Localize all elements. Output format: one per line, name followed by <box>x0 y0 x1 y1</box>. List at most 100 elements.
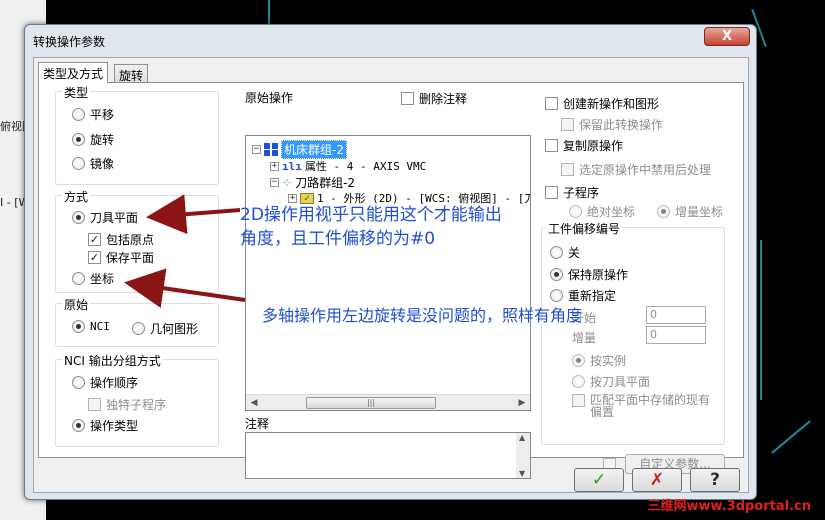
radio-icon <box>72 376 85 389</box>
by-tool-plane-radio[interactable]: 按刀具平面 <box>572 373 650 390</box>
radio-icon <box>657 205 670 218</box>
copy-original-op-checkbox[interactable]: 复制原操作 <box>545 137 623 154</box>
original-nci-radio[interactable]: NCI <box>72 320 110 333</box>
increment-label: 增量 <box>572 331 597 345</box>
radio-icon <box>550 246 563 259</box>
dialog-client: 类型及方式 旋转 类型 平移 旋转 镜像 方式 刀具平面 ✓ 包括原点 ✓ 保存… <box>33 57 749 493</box>
check-icon <box>572 394 585 407</box>
machine-group-icon <box>264 143 278 156</box>
radio-icon <box>572 375 585 388</box>
op-type-radio[interactable]: 操作类型 <box>72 417 138 434</box>
tab-panel: 类型 平移 旋转 镜像 方式 刀具平面 ✓ 包括原点 ✓ 保存平面 坐标 原始 … <box>38 82 744 479</box>
notes-label: 注释 <box>245 417 270 431</box>
check-icon <box>545 97 558 110</box>
method-group: 方式 刀具平面 ✓ 包括原点 ✓ 保存平面 坐标 <box>55 188 219 293</box>
transform-op-dialog: 转换操作参数 X 类型及方式 旋转 类型 平移 旋转 镜像 方式 刀具平面 ✓ … <box>24 24 757 500</box>
check-icon <box>545 139 558 152</box>
create-new-ops-checkbox[interactable]: 创建新操作和图形 <box>545 95 659 112</box>
help-button[interactable]: ? <box>690 468 740 492</box>
type-rotate-radio[interactable]: 旋转 <box>72 131 114 148</box>
title-bar[interactable]: 转换操作参数 X <box>25 25 756 57</box>
scroll-left-icon[interactable]: ◀ <box>246 395 262 410</box>
nci-output-group: NCI 输出分组方式 操作顺序 独特子程序 操作类型 <box>55 352 219 447</box>
scroll-up-icon[interactable]: ▲ <box>519 433 525 442</box>
check-icon <box>545 186 558 199</box>
incremental-coords-radio[interactable]: 增量坐标 <box>657 203 723 220</box>
check-icon: ✓ <box>88 251 101 264</box>
radio-icon <box>72 133 85 146</box>
tree-item-toolpath-group[interactable]: − ⁘ 刀路群组-2 <box>270 174 355 191</box>
collapse-icon[interactable]: − <box>270 178 279 187</box>
cancel-button[interactable]: ✗ <box>632 468 682 492</box>
original-geometry-radio[interactable]: 几何图形 <box>132 320 198 337</box>
original-ops-tree[interactable]: − 机床群组-2 + ılı 属性 - 4 - AXIS VMC − ⁘ 刀路群… <box>245 135 531 411</box>
check-icon <box>401 92 414 105</box>
by-instance-radio[interactable]: 按实例 <box>572 352 626 369</box>
original-ops-label: 原始操作 <box>245 91 294 105</box>
keep-transform-op-checkbox[interactable]: 保留此转换操作 <box>561 116 663 133</box>
radio-icon <box>550 289 563 302</box>
tree-item-properties[interactable]: + ılı 属性 - 4 - AXIS VMC <box>270 158 426 174</box>
notes-vscrollbar[interactable]: ▲ ▼ <box>516 433 530 478</box>
original-group-label: 原始 <box>62 296 91 313</box>
method-group-label: 方式 <box>62 188 91 205</box>
start-input[interactable]: 0 <box>646 306 706 324</box>
tab-rotate[interactable]: 旋转 <box>114 64 149 83</box>
original-group: 原始 NCI 几何图形 <box>55 296 219 347</box>
type-group-label: 类型 <box>62 84 91 101</box>
collapse-icon[interactable]: − <box>252 145 261 154</box>
toolpath-group-icon: ⁘ <box>282 175 293 190</box>
tree-hscrollbar[interactable]: ◀ ||| ▶ <box>246 394 530 410</box>
offset-none-radio[interactable]: 关 <box>550 244 580 261</box>
annotation-2d-note-line1: 2D操作用视乎只能用这个才能输出 <box>240 205 502 225</box>
subroutine-checkbox[interactable]: 子程序 <box>545 184 599 201</box>
tree-item-machine-group[interactable]: − 机床群组-2 <box>252 140 347 159</box>
radio-icon <box>572 354 585 367</box>
properties-icon: ılı <box>282 159 302 173</box>
type-group: 类型 平移 旋转 镜像 <box>55 84 219 185</box>
include-origin-checkbox[interactable]: ✓ 包括原点 <box>88 231 154 248</box>
radio-icon <box>72 419 85 432</box>
offset-keep-original-radio[interactable]: 保持原操作 <box>550 266 628 283</box>
radio-icon <box>569 205 582 218</box>
radio-icon <box>132 322 145 335</box>
nci-group-label: NCI 输出分组方式 <box>62 352 163 369</box>
method-tool-plane-radio[interactable]: 刀具平面 <box>72 209 138 226</box>
match-existing-checkbox[interactable]: 匹配平面中存储的现有偏置 <box>572 394 722 418</box>
background-line <box>268 0 270 26</box>
work-offset-label: 工件偏移编号 <box>546 220 623 237</box>
scroll-thumb[interactable]: ||| <box>306 397 436 409</box>
radio-icon <box>72 108 85 121</box>
scroll-down-icon[interactable]: ▼ <box>519 469 525 478</box>
check-icon <box>561 118 574 131</box>
dialog-title: 转换操作参数 <box>33 35 106 49</box>
op-order-radio[interactable]: 操作顺序 <box>72 374 138 391</box>
disable-post-checkbox[interactable]: 选定原操作中禁用后处理 <box>561 161 711 178</box>
check-icon <box>88 398 101 411</box>
radio-icon <box>72 211 85 224</box>
background-line <box>760 240 762 400</box>
keep-plane-checkbox[interactable]: ✓ 保存平面 <box>88 249 154 266</box>
increment-input[interactable]: 0 <box>646 326 706 344</box>
expand-icon[interactable]: + <box>270 161 279 171</box>
annotation-multiaxis-note: 多轴操作用左边旋转是没问题的，照样有角度 <box>262 306 583 325</box>
watermark: 三维网www.3dportal.cn <box>647 499 811 514</box>
ok-button[interactable]: ✓ <box>574 468 624 492</box>
method-coordinates-radio[interactable]: 坐标 <box>72 270 114 287</box>
notes-textarea[interactable]: ▲ ▼ <box>245 432 531 479</box>
absolute-coords-radio[interactable]: 绝对坐标 <box>569 203 635 220</box>
type-translate-radio[interactable]: 平移 <box>72 106 114 123</box>
radio-icon <box>550 268 563 281</box>
independent-sub-checkbox[interactable]: 独特子程序 <box>88 396 166 413</box>
close-button[interactable]: X <box>704 27 750 46</box>
scroll-right-icon[interactable]: ▶ <box>514 395 530 410</box>
tab-type-method[interactable]: 类型及方式 <box>38 62 109 83</box>
delete-notes-checkbox[interactable]: 删除注释 <box>401 90 467 107</box>
check-icon: ✓ <box>88 233 101 246</box>
work-offset-group: 工件偏移编号 关 保持原操作 重新指定 开始 0 增量 0 按实例 按刀具平面 … <box>541 220 725 445</box>
radio-icon <box>72 157 85 170</box>
check-icon <box>561 163 574 176</box>
type-mirror-radio[interactable]: 镜像 <box>72 155 114 172</box>
annotation-2d-note-line2: 角度，且工件偏移的为#0 <box>240 229 436 249</box>
background-line <box>771 420 811 454</box>
